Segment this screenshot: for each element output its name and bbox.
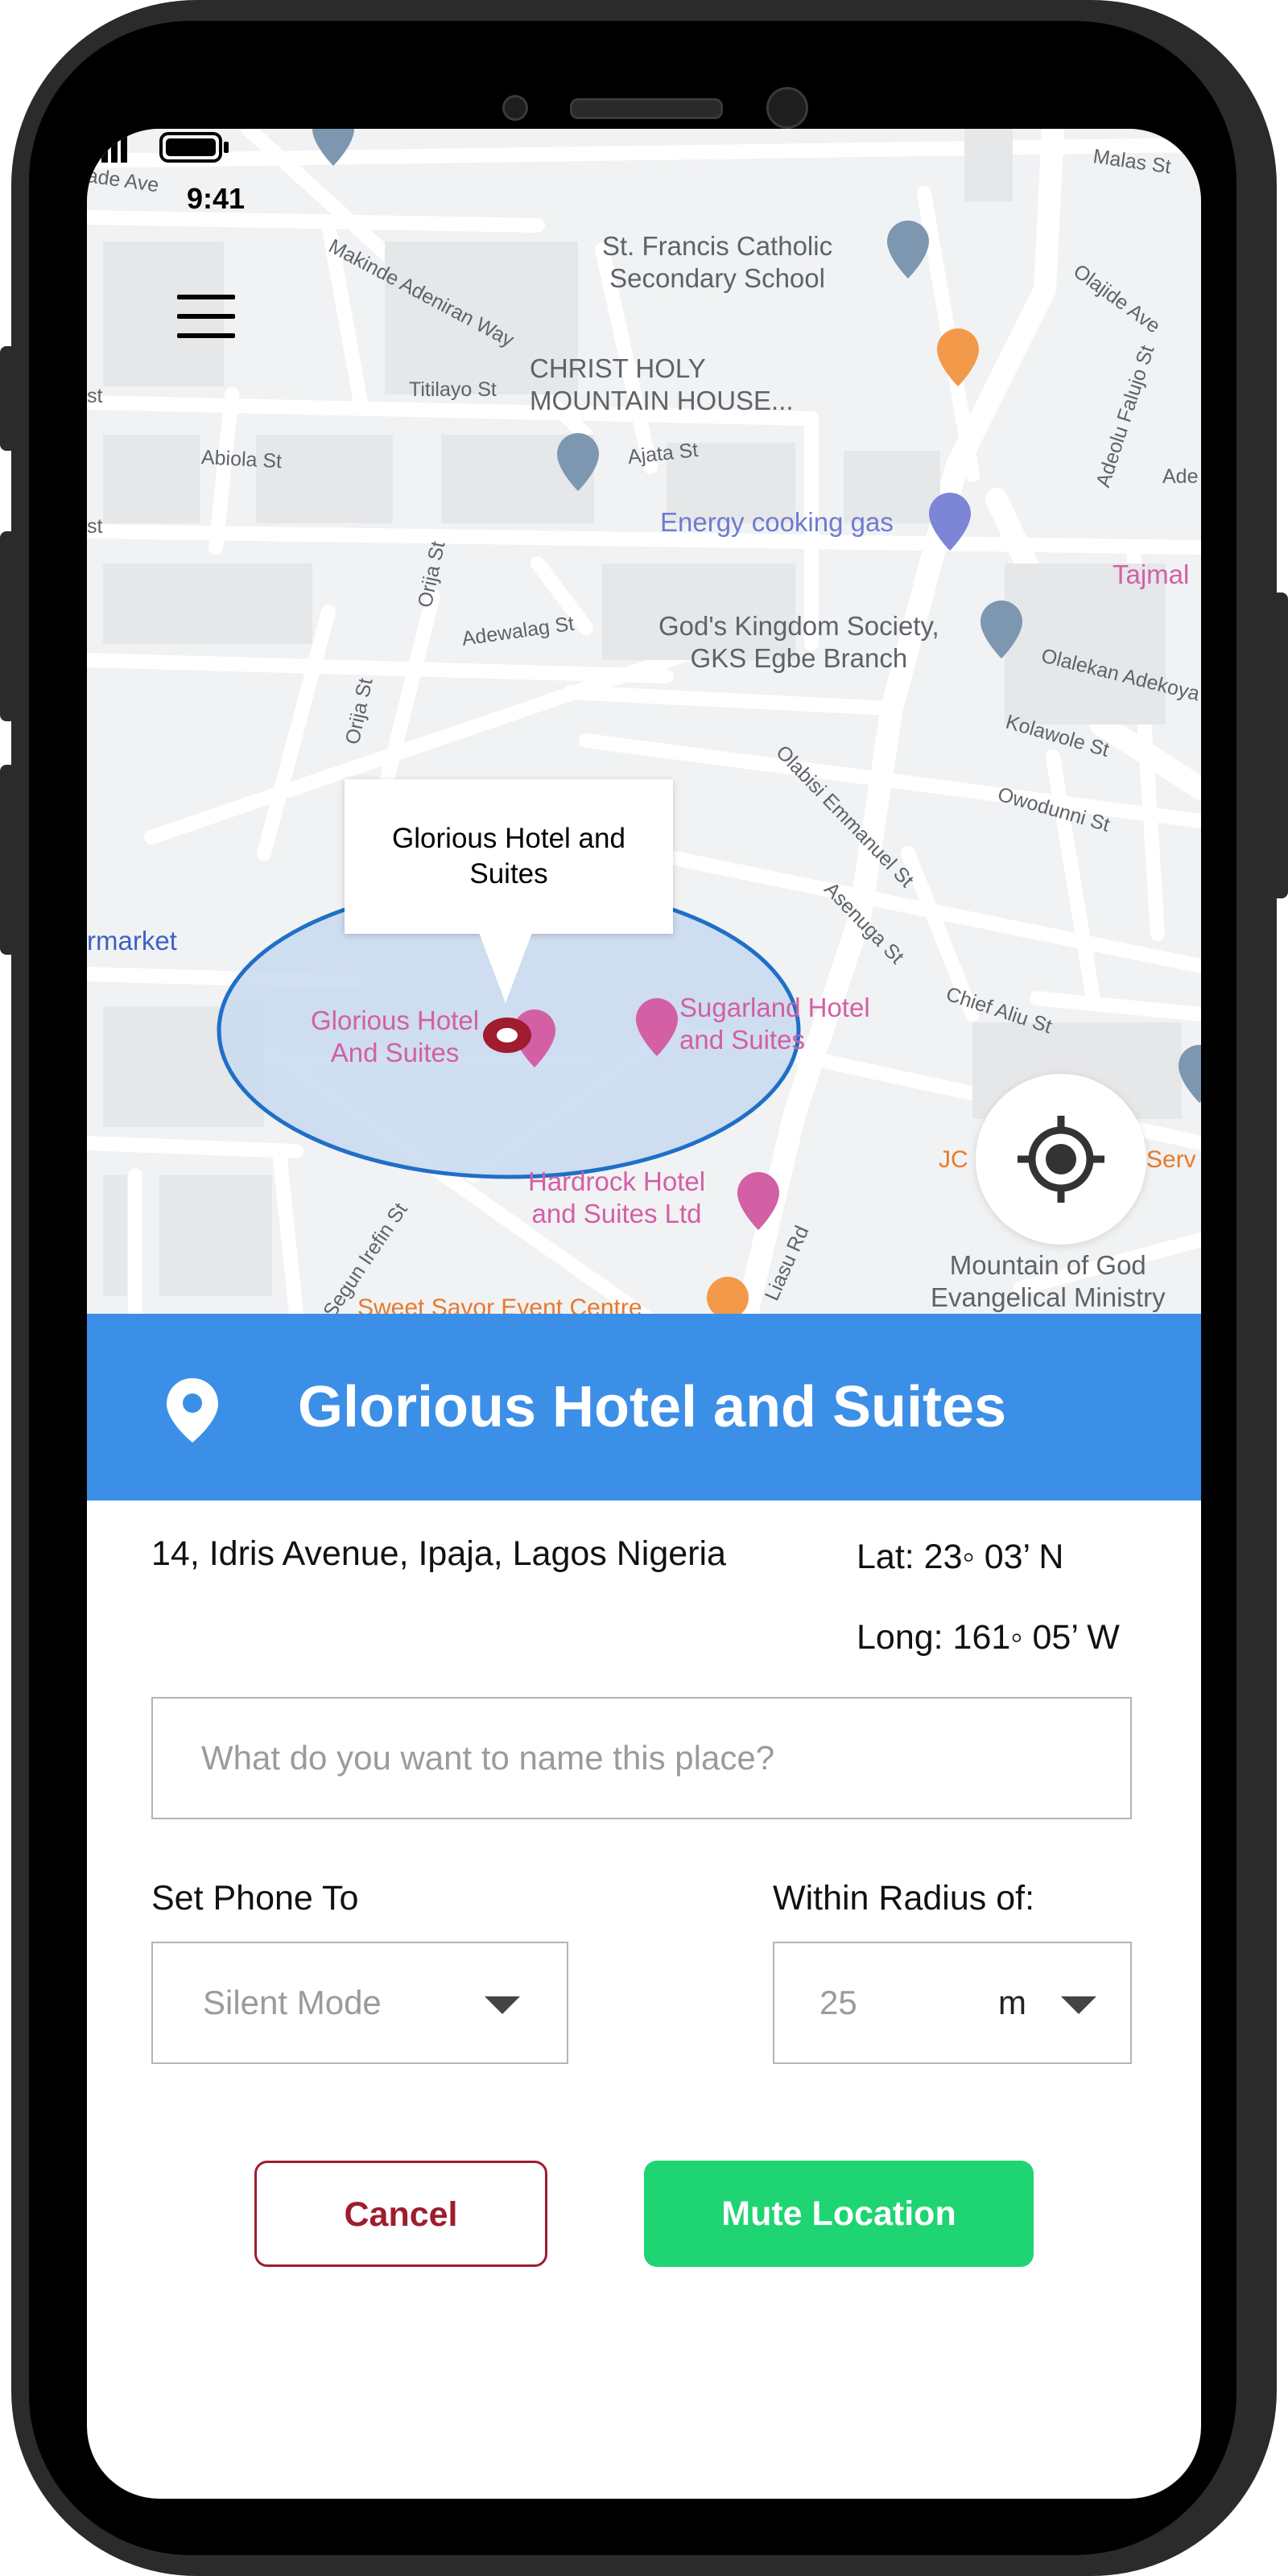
- signal-icon: [92, 155, 98, 163]
- callout-title: Glorious Hotel and Suites: [392, 823, 625, 890]
- poi-line: Hardrock Hotel: [528, 1166, 706, 1196]
- longitude: Long: 161◦ 05’ W: [857, 1618, 1120, 1657]
- poi-line: Evangelical Ministry: [931, 1282, 1166, 1312]
- poi-line: and Suites Ltd: [531, 1199, 702, 1228]
- radius-unit: m: [998, 1984, 1026, 2021]
- callout-pointer: [478, 931, 533, 1003]
- poi-line: St. Francis Catholic: [602, 231, 833, 261]
- phone-side-button: [0, 346, 16, 451]
- poi-sweet-savor: Sweet Savor Event Centre: [357, 1294, 642, 1314]
- radius-label: Within Radius of:: [773, 1879, 1035, 1918]
- chevron-down-icon: [485, 1996, 520, 2014]
- place-name-input[interactable]: [151, 1697, 1132, 1819]
- street-label: Ade: [1162, 465, 1199, 488]
- cancel-button[interactable]: Cancel: [254, 2161, 547, 2267]
- poi-line: Sugarland Hotel: [679, 993, 870, 1022]
- poi-church: CHRIST HOLY MOUNTAIN HOUSE...: [530, 353, 794, 417]
- chevron-down-icon: [1061, 1996, 1096, 2014]
- location-address: 14, Idris Avenue, Ipaja, Lagos Nigeria: [151, 1534, 726, 1573]
- poi-society: God's Kingdom Society, GKS Egbe Branch: [658, 610, 939, 675]
- poi-line: Secondary School: [609, 263, 825, 293]
- poi-line: and Suites: [679, 1025, 805, 1055]
- phone-sensor: [502, 95, 528, 121]
- poi-line: CHRIST HOLY: [530, 353, 706, 383]
- poi-gas: Energy cooking gas: [660, 507, 894, 537]
- poi-mountain: Mountain of God Evangelical Ministry: [931, 1249, 1166, 1314]
- poi-line: And Suites: [330, 1038, 460, 1067]
- poi-line: GKS Egbe Branch: [690, 643, 908, 673]
- location-title-bar: Glorious Hotel and Suites: [87, 1314, 1201, 1501]
- hamburger-icon[interactable]: [177, 295, 235, 340]
- poi-jc: JC: [939, 1146, 968, 1173]
- phone-camera: [766, 87, 808, 129]
- app-screen: ade Ave Makinde Adeniran Way Titilayo St…: [87, 129, 1201, 2499]
- phone-side-button: [0, 765, 16, 955]
- street-label: st: [87, 515, 103, 538]
- poi-school: St. Francis Catholic Secondary School: [602, 230, 832, 295]
- status-time: 9:41: [187, 182, 246, 215]
- poi-line: God's Kingdom Society,: [658, 611, 939, 641]
- phone-mode-label: Set Phone To: [151, 1879, 359, 1918]
- poi-hardrock: Hardrock Hotel and Suites Ltd: [528, 1166, 705, 1230]
- map-pin-icon: [167, 1378, 218, 1443]
- locate-button[interactable]: [976, 1074, 1146, 1245]
- poi-line: Glorious Hotel: [311, 1005, 480, 1035]
- poi-sugarland: Sugarland Hotel and Suites: [679, 992, 870, 1056]
- poi-tajmal: Tajmal: [1113, 559, 1190, 589]
- street-label: st: [87, 385, 103, 407]
- location-title: Glorious Hotel and Suites: [298, 1375, 1007, 1439]
- poi-line: MOUNTAIN HOUSE...: [530, 386, 794, 415]
- status-icons: [92, 132, 229, 163]
- latitude: Lat: 23◦ 03’ N: [857, 1538, 1064, 1576]
- crosshair-icon: [1018, 1116, 1104, 1203]
- phone-mode-select[interactable]: Silent Mode: [151, 1942, 568, 2064]
- poi-market: rmarket: [87, 926, 177, 956]
- radius-select[interactable]: 25 m: [773, 1942, 1132, 2064]
- poi-line: Mountain of God: [949, 1250, 1146, 1280]
- mute-location-button[interactable]: Mute Location: [644, 2161, 1034, 2267]
- street-label: Abiola St: [200, 446, 283, 473]
- phone-side-button: [0, 531, 16, 721]
- map-callout: Glorious Hotel and Suites: [345, 779, 673, 934]
- radius-value: 25: [819, 1984, 857, 2021]
- phone-speaker: [570, 98, 723, 119]
- map-view[interactable]: ade Ave Makinde Adeniran Way Titilayo St…: [87, 129, 1201, 1314]
- poi-glorious: Glorious Hotel And Suites: [311, 1005, 479, 1069]
- phone-mode-value: Silent Mode: [203, 1984, 382, 2021]
- poi-serv: Serv: [1146, 1146, 1196, 1173]
- street-label: Titilayo St: [409, 378, 497, 401]
- phone-side-button: [1272, 592, 1288, 898]
